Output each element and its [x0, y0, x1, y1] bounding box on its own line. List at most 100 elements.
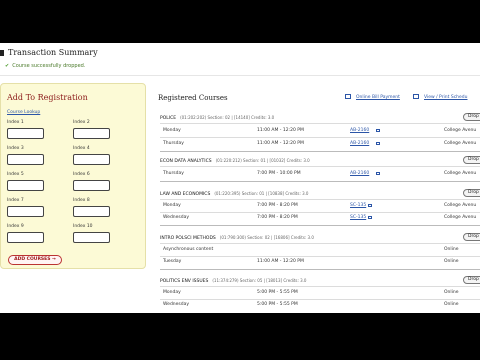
- course-lookup-link[interactable]: Course Lookup: [7, 110, 40, 115]
- meeting-campus: College Avenu: [444, 203, 477, 208]
- index-1-input[interactable]: [7, 128, 44, 139]
- row-separator: [160, 212, 480, 213]
- add-registration-title: Add To Registration: [7, 93, 88, 102]
- index-8-label: Index 8: [73, 198, 90, 203]
- course-meta: (01:220:212) Section: 01 | [01032] Credi…: [215, 158, 310, 163]
- meeting-row: Asynchronous content Online: [160, 247, 480, 255]
- index-9-input[interactable]: [7, 232, 44, 243]
- registration-page: Transaction Summary ✔ Course successfully…: [0, 43, 480, 313]
- course-header: INTRO POLSCI METHODS (01:790:300) Section…: [160, 235, 314, 241]
- map-icon[interactable]: [376, 172, 380, 175]
- meeting-day: Monday: [163, 203, 181, 208]
- meeting-row: Wednesday 7:00 PM - 8:20 PM SC-135 Colle…: [160, 215, 480, 223]
- room-link[interactable]: AB-2160: [350, 171, 369, 176]
- course-meta: (01:202:202) Section: 02 | [14140] Credi…: [180, 115, 275, 120]
- row-separator: [160, 243, 480, 244]
- drop-button[interactable]: Drop: [463, 276, 480, 284]
- meeting-time: 7:00 PM - 8:20 PM: [257, 203, 298, 208]
- index-8-input[interactable]: [73, 206, 110, 217]
- add-to-registration-panel: Add To Registration Course Lookup Index …: [0, 83, 146, 269]
- transaction-summary-heading: Transaction Summary: [0, 48, 98, 57]
- course-name: POLICE: [160, 116, 177, 121]
- meeting-row: Monday 5:00 PM - 5:55 PM Online: [160, 290, 480, 298]
- meeting-time: 5:00 PM - 5:55 PM: [257, 302, 298, 307]
- index-1-label: Index 1: [7, 120, 24, 125]
- index-9-label: Index 9: [7, 224, 24, 229]
- bullet-icon: [0, 50, 4, 56]
- room-link[interactable]: AB-2160: [350, 141, 369, 146]
- meeting-campus: College Avenu: [444, 171, 477, 176]
- calendar-icon: [345, 94, 351, 99]
- checkmark-icon: ✔: [5, 63, 10, 69]
- course-separator: [160, 269, 480, 270]
- index-3-input[interactable]: [7, 154, 44, 165]
- course-separator: [160, 151, 480, 152]
- view-print-schedule-link[interactable]: View / Print Schedu: [424, 95, 468, 100]
- index-7-input[interactable]: [7, 206, 44, 217]
- room-link[interactable]: AB-2160: [350, 128, 369, 133]
- meeting-row: Monday 7:00 PM - 8:20 PM SC-135 College …: [160, 203, 480, 211]
- map-icon[interactable]: [376, 142, 380, 145]
- meeting-time: 11:00 AM - 12:20 PM: [257, 141, 304, 146]
- index-3-label: Index 3: [7, 146, 24, 151]
- online-bill-payment-link[interactable]: Online Bill Payment: [356, 95, 400, 100]
- index-4-input[interactable]: [73, 154, 110, 165]
- meeting-campus: Online: [444, 259, 459, 264]
- meeting-day: Asynchronous content: [163, 247, 214, 252]
- course-name: ECON DATA ANALYTICS: [160, 159, 212, 164]
- course-meta: (11:374:279) Section: 05 | [18013] Credi…: [212, 278, 307, 283]
- meeting-time: 5:00 PM - 5:55 PM: [257, 290, 298, 295]
- course-separator: [160, 181, 480, 182]
- divider: [0, 75, 480, 76]
- map-icon[interactable]: [368, 204, 372, 207]
- drop-button[interactable]: Drop: [463, 113, 480, 121]
- course-separator: [160, 225, 480, 226]
- row-separator: [160, 199, 480, 200]
- course-name: POLITICS ENV ISSUES: [160, 279, 209, 284]
- meeting-row: Tuesday 11:00 AM - 12:20 PM Online: [160, 259, 480, 267]
- room-link[interactable]: SC-135: [350, 203, 366, 208]
- index-4-label: Index 4: [73, 146, 90, 151]
- row-separator: [160, 299, 480, 300]
- meeting-day: Wednesday: [163, 215, 190, 220]
- row-separator: [160, 166, 480, 167]
- meeting-row: Thursday 7:00 PM - 10:00 PM AB-2160 Coll…: [160, 171, 480, 179]
- meeting-campus: College Avenu: [444, 128, 477, 133]
- course-header: POLICE (01:202:202) Section: 02 | [14140]…: [160, 115, 274, 121]
- transaction-summary-title: Transaction Summary: [8, 48, 98, 57]
- drop-button[interactable]: Drop: [463, 233, 480, 241]
- index-7-label: Index 7: [7, 198, 24, 203]
- meeting-campus: Online: [444, 302, 459, 307]
- row-separator: [160, 286, 480, 287]
- course-name: INTRO POLSCI METHODS: [160, 236, 216, 241]
- meeting-time: 11:00 AM - 12:20 PM: [257, 259, 304, 264]
- index-2-input[interactable]: [73, 128, 110, 139]
- meeting-time: 7:00 PM - 10:00 PM: [257, 171, 301, 176]
- index-5-input[interactable]: [7, 180, 44, 191]
- meeting-day: Monday: [163, 290, 181, 295]
- room-link[interactable]: SC-135: [350, 215, 366, 220]
- meeting-day: Thursday: [163, 141, 184, 146]
- map-icon[interactable]: [368, 216, 372, 219]
- meeting-row: Monday 11:00 AM - 12:20 PM AB-2160 Colle…: [160, 128, 480, 136]
- index-6-input[interactable]: [73, 180, 110, 191]
- meeting-campus: College Avenu: [444, 141, 477, 146]
- row-separator: [160, 123, 480, 124]
- index-5-label: Index 5: [7, 172, 24, 177]
- success-message-text: Course successfully dropped.: [12, 63, 86, 69]
- index-10-label: Index 10: [73, 224, 93, 229]
- index-2-label: Index 2: [73, 120, 90, 125]
- drop-button[interactable]: Drop: [463, 156, 480, 164]
- drop-button[interactable]: Drop: [463, 189, 480, 197]
- meeting-day: Thursday: [163, 171, 184, 176]
- add-courses-button[interactable]: ADD COURSES →: [8, 255, 62, 265]
- course-meta: (01:790:300) Section: 02 | [16806] Credi…: [219, 235, 314, 240]
- meeting-day: Monday: [163, 128, 181, 133]
- course-name: LAW AND ECONOMICS: [160, 192, 211, 197]
- map-icon[interactable]: [376, 129, 380, 132]
- print-icon: [413, 94, 419, 99]
- meeting-time: 7:00 PM - 8:20 PM: [257, 215, 298, 220]
- meeting-row: Thursday 11:00 AM - 12:20 PM AB-2160 Col…: [160, 141, 480, 149]
- index-10-input[interactable]: [73, 232, 110, 243]
- meeting-campus: College Avenu: [444, 215, 477, 220]
